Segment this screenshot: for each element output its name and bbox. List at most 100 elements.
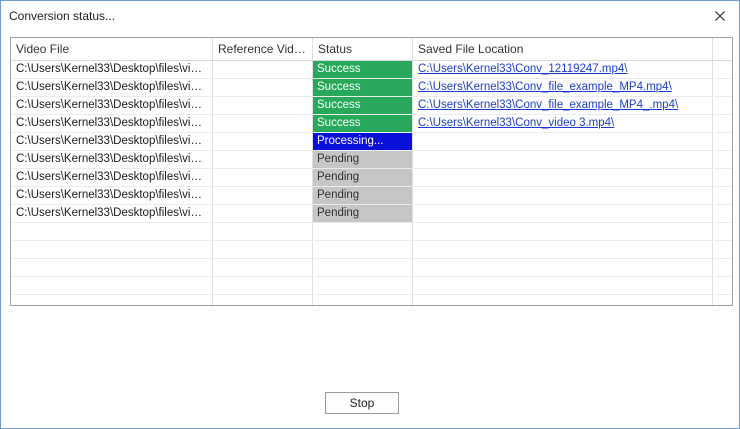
empty-cell (313, 277, 413, 294)
empty-cell (413, 241, 713, 258)
conversion-table[interactable]: Video File Reference Video... Status Sav… (10, 37, 733, 306)
saved-location-cell (413, 151, 713, 168)
saved-file-link[interactable]: C:\Users\Kernel33\Conv_12119247.mp4\ (418, 63, 627, 75)
empty-cell (11, 295, 213, 305)
status-cell: Pending (313, 151, 413, 168)
empty-cell (213, 277, 313, 294)
table-row[interactable]: C:\Users\Kernel33\Desktop\files\vide... P… (11, 133, 732, 151)
status-cell: Pending (313, 169, 413, 186)
video-file-cell: C:\Users\Kernel33\Desktop\files\vide... (11, 115, 213, 132)
saved-file-link[interactable]: C:\Users\Kernel33\Conv_video 3.mp4\ (418, 117, 614, 129)
video-file-cell: C:\Users\Kernel33\Desktop\files\vide... (11, 187, 213, 204)
column-header-saved-location[interactable]: Saved File Location (413, 38, 713, 60)
empty-cell (713, 259, 732, 276)
empty-cell (213, 223, 313, 240)
row-spacer-cell (713, 169, 732, 186)
table-row[interactable]: C:\Users\Kernel33\Desktop\files\vide... P… (11, 151, 732, 169)
empty-cell (11, 223, 213, 240)
saved-file-link[interactable]: C:\Users\Kernel33\Conv_file_example_MP4_… (418, 99, 678, 111)
stop-button[interactable]: Stop (325, 392, 399, 414)
empty-cell (313, 295, 413, 305)
video-file-cell: C:\Users\Kernel33\Desktop\files\vide... (11, 169, 213, 186)
empty-cell (11, 241, 213, 258)
status-cell: Success (313, 79, 413, 96)
empty-cell (213, 241, 313, 258)
saved-location-cell (413, 133, 713, 150)
saved-location-cell: C:\Users\Kernel33\Conv_12119247.mp4\ (413, 61, 713, 78)
row-spacer-cell (713, 205, 732, 222)
column-header-status[interactable]: Status (313, 38, 413, 60)
empty-cell (413, 295, 713, 305)
reference-video-cell (213, 115, 313, 132)
status-cell: Success (313, 97, 413, 114)
close-icon (715, 11, 725, 21)
table-row (11, 295, 732, 305)
table-row (11, 241, 732, 259)
column-header-video-file[interactable]: Video File (11, 38, 213, 60)
table-row (11, 259, 732, 277)
reference-video-cell (213, 205, 313, 222)
status-cell: Success (313, 61, 413, 78)
window-title: Conversion status... (9, 9, 116, 23)
empty-cell (11, 277, 213, 294)
reference-video-cell (213, 169, 313, 186)
empty-cell (713, 277, 732, 294)
saved-location-cell: C:\Users\Kernel33\Conv_file_example_MP4_… (413, 97, 713, 114)
reference-video-cell (213, 79, 313, 96)
reference-video-cell (213, 133, 313, 150)
reference-video-cell (213, 151, 313, 168)
reference-video-cell (213, 187, 313, 204)
table-header: Video File Reference Video... Status Sav… (11, 38, 732, 61)
empty-cell (313, 241, 413, 258)
table-row[interactable]: C:\Users\Kernel33\Desktop\files\vide... S… (11, 79, 732, 97)
table-row[interactable]: C:\Users\Kernel33\Desktop\files\vide... P… (11, 187, 732, 205)
status-cell: Processing... (313, 133, 413, 150)
empty-cell (313, 223, 413, 240)
table-row (11, 223, 732, 241)
saved-location-cell: C:\Users\Kernel33\Conv_video 3.mp4\ (413, 115, 713, 132)
saved-location-cell (413, 187, 713, 204)
empty-cell (313, 259, 413, 276)
row-spacer-cell (713, 151, 732, 168)
empty-cell (713, 223, 732, 240)
empty-cell (713, 295, 732, 305)
video-file-cell: C:\Users\Kernel33\Desktop\files\vide... (11, 79, 213, 96)
video-file-cell: C:\Users\Kernel33\Desktop\files\vide... (11, 205, 213, 222)
saved-location-cell: C:\Users\Kernel33\Conv_file_example_MP4.… (413, 79, 713, 96)
empty-cell (213, 259, 313, 276)
row-spacer-cell (713, 79, 732, 96)
video-file-cell: C:\Users\Kernel33\Desktop\files\vide... (11, 61, 213, 78)
conversion-status-dialog: Conversion status... Video File Referenc… (0, 0, 740, 429)
row-spacer-cell (713, 115, 732, 132)
empty-cell (713, 241, 732, 258)
row-spacer-cell (713, 133, 732, 150)
saved-location-cell (413, 169, 713, 186)
table-row[interactable]: C:\Users\Kernel33\Desktop\files\vide... P… (11, 169, 732, 187)
table-row[interactable]: C:\Users\Kernel33\Desktop\files\vide... P… (11, 205, 732, 223)
column-header-reference-video[interactable]: Reference Video... (213, 38, 313, 60)
table-row (11, 277, 732, 295)
row-spacer-cell (713, 97, 732, 114)
empty-cell (213, 295, 313, 305)
row-spacer-cell (713, 187, 732, 204)
row-spacer-cell (713, 61, 732, 78)
saved-file-link[interactable]: C:\Users\Kernel33\Conv_file_example_MP4.… (418, 81, 672, 93)
status-cell: Success (313, 115, 413, 132)
reference-video-cell (213, 97, 313, 114)
table-row[interactable]: C:\Users\Kernel33\Desktop\files\vide... S… (11, 97, 732, 115)
empty-cell (413, 223, 713, 240)
table-row[interactable]: C:\Users\Kernel33\Desktop\files\vide... S… (11, 61, 732, 79)
video-file-cell: C:\Users\Kernel33\Desktop\files\vide... (11, 133, 213, 150)
status-cell: Pending (313, 205, 413, 222)
saved-location-cell (413, 205, 713, 222)
status-cell: Pending (313, 187, 413, 204)
title-bar: Conversion status... (1, 1, 739, 31)
reference-video-cell (213, 61, 313, 78)
video-file-cell: C:\Users\Kernel33\Desktop\files\vide... (11, 151, 213, 168)
empty-cell (413, 277, 713, 294)
column-header-spacer (713, 38, 732, 60)
empty-cell (11, 259, 213, 276)
video-file-cell: C:\Users\Kernel33\Desktop\files\vide... (11, 97, 213, 114)
table-row[interactable]: C:\Users\Kernel33\Desktop\files\vide... S… (11, 115, 732, 133)
close-button[interactable] (709, 6, 731, 26)
